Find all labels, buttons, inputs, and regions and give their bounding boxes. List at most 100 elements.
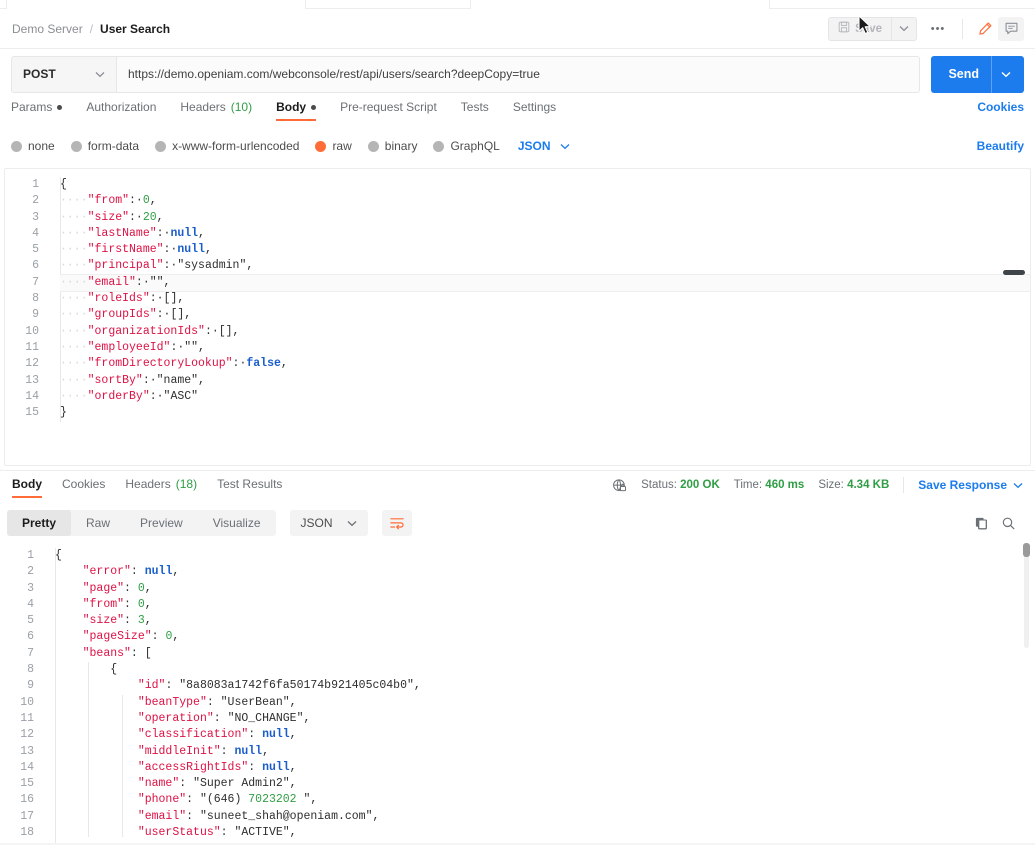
chevron-down-icon xyxy=(1013,482,1023,488)
code-line: ····"roleIds":·[], xyxy=(60,292,185,306)
send-button[interactable]: Send xyxy=(931,55,1024,93)
url-text: https://demo.openiam.com/webconsole/rest… xyxy=(128,67,540,81)
code-line: "id": "8a8083a1742f6fa50174b921405c04b0"… xyxy=(137,679,421,693)
request-editor-line-numbers: 1 2 3 4 5 6 7 8 9 10 11 12 13 14 15 xyxy=(25,178,39,420)
response-tab-headers[interactable]: Headers (18) xyxy=(125,477,197,498)
response-body-content[interactable]: { "error": null, "page": 0, "from": 0, "… xyxy=(55,548,1035,841)
search-icon[interactable] xyxy=(1001,516,1016,531)
code-line: ····"groupIds":·[], xyxy=(60,308,192,322)
body-type-raw[interactable]: raw xyxy=(315,139,352,153)
tab-label: Headers xyxy=(125,477,171,491)
save-icon xyxy=(838,21,850,36)
tab-settings[interactable]: Settings xyxy=(513,100,556,121)
status-label: Status: xyxy=(641,479,677,491)
view-mode-raw[interactable]: Raw xyxy=(71,510,125,536)
body-type-label: x-www-form-urlencoded xyxy=(172,139,300,153)
view-mode-pretty[interactable]: Pretty xyxy=(7,510,72,536)
response-tab-bar: Body Cookies Headers (18) Test Results S… xyxy=(0,477,1035,503)
response-format-label: JSON xyxy=(300,516,333,530)
view-mode-preview[interactable]: Preview xyxy=(125,510,198,536)
cookies-link[interactable]: Cookies xyxy=(977,100,1024,114)
edit-request-button[interactable] xyxy=(972,17,998,41)
url-input[interactable]: https://demo.openiam.com/webconsole/rest… xyxy=(116,55,921,93)
breadcrumb: Demo Server / User Search xyxy=(0,22,170,36)
radio-icon xyxy=(11,140,22,152)
tab-pre-request-script[interactable]: Pre-request Script xyxy=(340,100,437,121)
background-tab[interactable] xyxy=(6,0,306,9)
code-line: "beans": [ xyxy=(82,646,152,660)
tab-label: Params xyxy=(11,100,53,114)
response-scrollbar-track[interactable] xyxy=(1024,543,1029,648)
code-line: "name": "Super Admin2", xyxy=(137,777,297,791)
request-editor-scrollbar[interactable] xyxy=(1003,270,1025,275)
request-editor-content[interactable]: {····"from":·0, ····"size":·20, ····"lastN… xyxy=(60,177,1030,421)
send-label: Send xyxy=(948,67,979,81)
response-tab-cookies[interactable]: Cookies xyxy=(62,477,105,498)
body-type-none[interactable]: none xyxy=(11,139,55,153)
code-line: { xyxy=(55,549,62,562)
http-method-dropdown[interactable]: POST xyxy=(11,55,116,93)
more-actions-button[interactable]: ••• xyxy=(923,17,953,41)
postman-window: Demo Server / User Search Save ••• POST … xyxy=(0,0,1035,845)
size-value: 4.34 KB xyxy=(847,479,890,491)
code-line: "page": 0, xyxy=(82,581,152,595)
copy-icon[interactable] xyxy=(974,516,989,531)
http-method-label: POST xyxy=(23,67,56,81)
tab-authorization[interactable]: Authorization xyxy=(86,100,156,121)
save-options-dropdown[interactable] xyxy=(891,16,917,41)
response-body-viewer[interactable]: 1 2 3 4 5 6 7 8 9 10 11 12 13 14 15 16 17 18 { "error": n… xyxy=(0,540,1035,845)
tab-tests[interactable]: Tests xyxy=(461,100,489,121)
code-line: ····"fromDirectoryLookup":·false, xyxy=(60,357,288,371)
body-type-graphql[interactable]: GraphQL xyxy=(433,139,500,153)
tab-body[interactable]: Body xyxy=(276,100,317,121)
code-line: { xyxy=(60,178,67,191)
breadcrumb-separator: / xyxy=(89,21,94,36)
tab-label: Body xyxy=(12,477,42,491)
request-header: Demo Server / User Search Save ••• xyxy=(0,9,1035,49)
breadcrumb-request-name[interactable]: User Search xyxy=(100,22,170,36)
tab-headers[interactable]: Headers (10) xyxy=(180,100,252,121)
send-options-dropdown[interactable] xyxy=(991,55,1011,93)
body-format-dropdown[interactable]: JSON xyxy=(518,139,570,153)
code-line: "middleInit": null, xyxy=(137,744,269,758)
body-type-label: raw xyxy=(332,139,352,153)
response-line-numbers: 1 2 3 4 5 6 7 8 9 10 11 12 13 14 15 16 17 18 xyxy=(20,549,34,840)
globe-lock-icon xyxy=(612,478,627,493)
code-line: ····"size":·20, xyxy=(60,210,164,224)
radio-icon xyxy=(155,140,167,152)
tab-label: Settings xyxy=(512,100,557,114)
tab-count: (10) xyxy=(230,100,253,114)
code-line: "userStatus": "ACTIVE", xyxy=(137,826,297,840)
wrap-lines-button[interactable] xyxy=(381,510,412,536)
response-divider xyxy=(0,470,1035,471)
body-format-label: JSON xyxy=(517,139,551,153)
tab-strip xyxy=(0,0,1035,9)
breadcrumb-server[interactable]: Demo Server xyxy=(12,22,83,36)
response-tab-test-results[interactable]: Test Results xyxy=(217,477,282,498)
view-mode-visualize[interactable]: Visualize xyxy=(198,510,276,536)
code-line: "from": 0, xyxy=(82,597,152,611)
status-block: Status: 200 OK xyxy=(641,479,720,491)
response-format-dropdown[interactable]: JSON xyxy=(289,510,368,536)
body-type-label: GraphQL xyxy=(450,139,500,153)
body-type-x-www-form-urlencoded[interactable]: x-www-form-urlencoded xyxy=(155,139,299,153)
code-line: ····"employeeId":·"", xyxy=(60,340,205,354)
code-line: "email": "suneet_shah@openiam.com", xyxy=(137,809,380,823)
code-line: "beanType": "UserBean", xyxy=(137,695,297,709)
background-tab[interactable] xyxy=(470,0,770,9)
response-tab-body[interactable]: Body xyxy=(12,477,42,498)
comments-button[interactable] xyxy=(998,16,1024,41)
time-label: Time: xyxy=(733,479,763,491)
body-type-form-data[interactable]: form-data xyxy=(70,139,139,153)
request-body-editor[interactable]: 1 2 3 4 5 6 7 8 9 10 11 12 13 14 15 {····"from":·0, ···… xyxy=(4,168,1031,466)
response-scrollbar-thumb[interactable] xyxy=(1023,543,1030,557)
beautify-link[interactable]: Beautify xyxy=(977,139,1024,153)
tab-label: Body xyxy=(276,100,307,114)
tab-label: Pre-request Script xyxy=(340,100,437,114)
body-type-binary[interactable]: binary xyxy=(367,139,417,153)
tab-params[interactable]: Params xyxy=(11,100,63,121)
save-response-button[interactable]: Save Response xyxy=(918,478,1023,492)
time-block: Time: 460 ms xyxy=(734,479,805,491)
tab-label: Headers xyxy=(180,100,226,114)
code-line: } xyxy=(60,406,67,420)
